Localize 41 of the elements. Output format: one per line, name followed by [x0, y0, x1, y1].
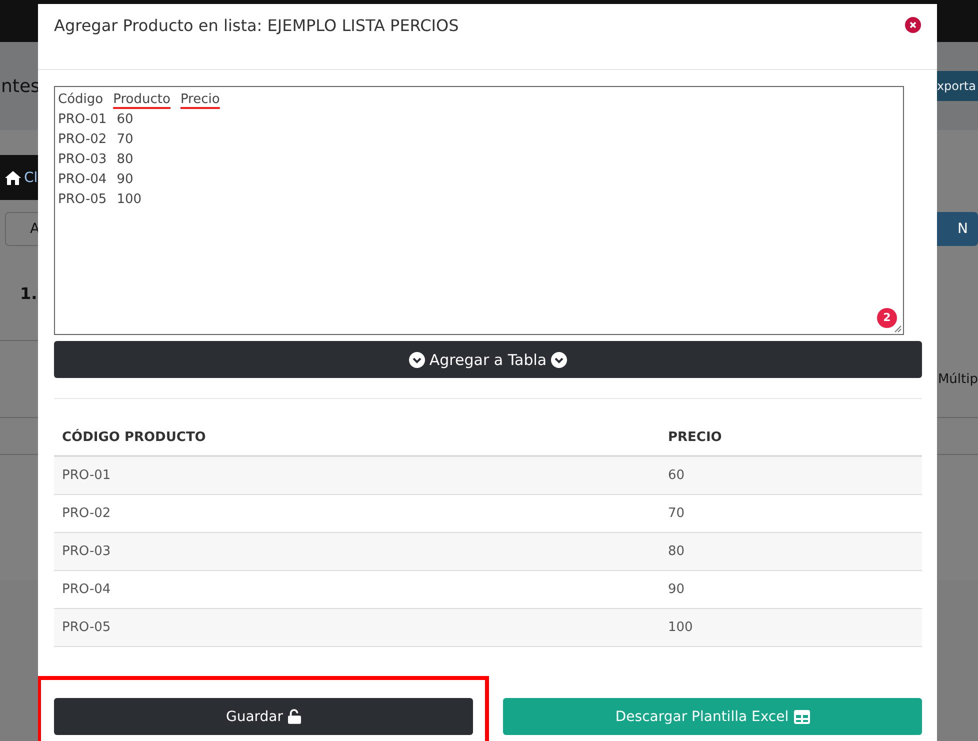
text-line-word: 60	[116, 111, 134, 129]
table-cell-text: 60	[667, 468, 686, 483]
close-icon[interactable]	[905, 17, 921, 33]
text-line-word: Precio	[180, 91, 220, 109]
text-line-word: 90	[116, 171, 134, 189]
table-cell-text: PRO-05	[61, 620, 112, 635]
resize-grip-icon[interactable]	[894, 325, 902, 333]
table-cell-text: 90	[667, 582, 686, 597]
table-cell-text: PRO-02	[61, 506, 112, 521]
table-cell-text: 70	[667, 506, 686, 521]
add-to-table-button[interactable]: Agregar a Tabla	[54, 341, 922, 378]
home-icon[interactable]	[5, 170, 21, 184]
column-header: PRECIO	[667, 430, 723, 444]
chevron-down-icon	[409, 352, 426, 368]
chevron-down-icon	[550, 352, 567, 368]
text-line-word: PRO-03	[58, 151, 107, 169]
table-cell-text: PRO-04	[61, 582, 112, 597]
table-cell-text: 80	[667, 544, 686, 559]
text-line-word: Código	[58, 91, 104, 109]
page-heading: ntes	[1, 76, 40, 96]
text-line-word: PRO-02	[58, 131, 107, 149]
text-line-word: Producto	[113, 91, 170, 109]
save-button[interactable]: Guardar	[54, 698, 473, 735]
text-line-word: 100	[116, 191, 142, 209]
text-line-word: 80	[116, 151, 134, 169]
text-line-word: PRO-05	[58, 191, 107, 209]
text-line-word: 70	[116, 131, 134, 149]
table-cell-text: PRO-01	[61, 468, 112, 483]
modal-title: Agregar Producto en lista: EJEMPLO LISTA PERCIOS	[54, 16, 459, 35]
text-line-word: PRO-01	[58, 111, 107, 129]
table-icon	[794, 710, 810, 724]
column-header: CÓDIGO PRODUCTO	[61, 430, 207, 444]
breadcrumb-link[interactable]: Cl	[24, 170, 38, 186]
table-cell-text: 100	[667, 620, 694, 635]
text-area[interactable]: Código Producto Precio PRO-01 60 PRO-02 70 PRO-03 80 PRO-04 90 PRO-05 100 2	[54, 86, 904, 335]
text-line-word: PRO-04	[58, 171, 107, 189]
count-badge: 2	[877, 308, 897, 328]
table-cell: Múltip	[938, 372, 978, 386]
unlock-icon	[288, 709, 302, 724]
table-cell-text: PRO-03	[61, 544, 112, 559]
row-number: 1.	[20, 284, 38, 302]
